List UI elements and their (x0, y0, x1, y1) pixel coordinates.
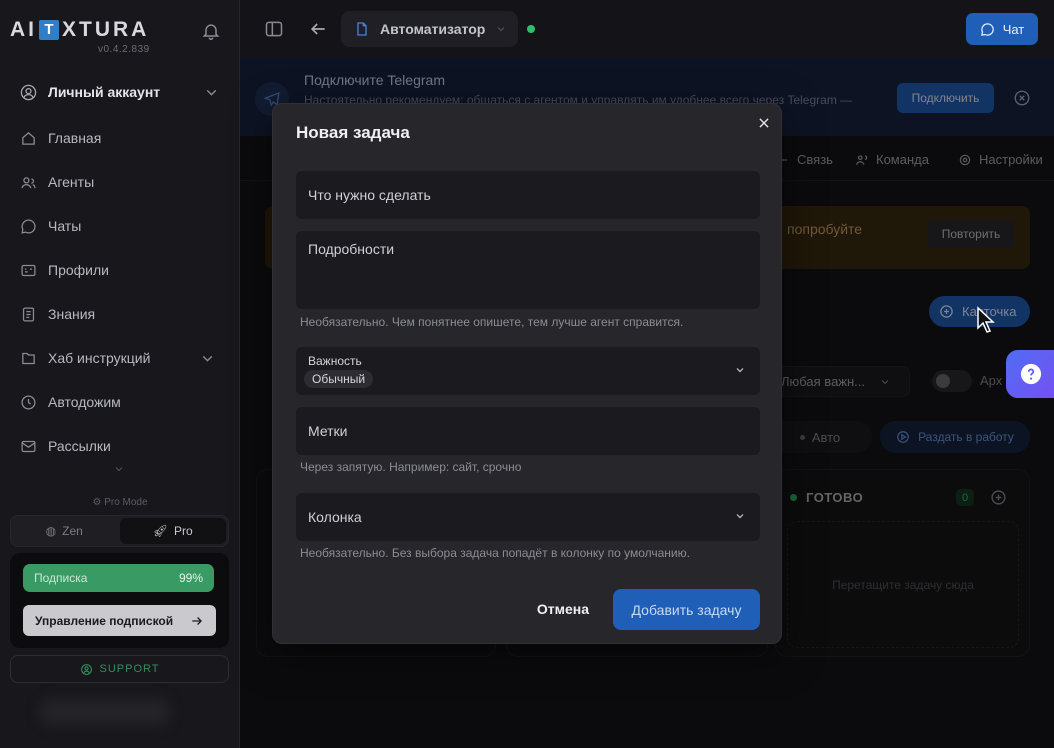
chevron-down-icon[interactable] (113, 463, 125, 475)
account-label: Личный аккаунт (48, 84, 161, 100)
agents-icon (21, 176, 36, 188)
task-title-placeholder: Что нужно сделать (308, 187, 431, 203)
sidebar-item-label: Автодожим (48, 394, 121, 410)
sidebar-item-label: Профили (48, 262, 109, 278)
back-arrow-icon[interactable] (308, 19, 328, 39)
tags-placeholder: Метки (308, 423, 348, 439)
help-button[interactable] (1006, 350, 1054, 398)
chevron-down-icon (206, 89, 217, 96)
version-label: v0.4.2.839 (98, 44, 150, 55)
agent-name: Автоматизатор (380, 21, 486, 37)
priority-select[interactable]: Важность Обычный (296, 347, 760, 395)
close-icon[interactable] (757, 116, 771, 130)
task-title-input[interactable]: Что нужно сделать (296, 171, 760, 219)
logo-left: AI (10, 18, 37, 41)
priority-value: Обычный (304, 370, 374, 388)
bell-icon[interactable] (201, 21, 221, 41)
tags-hint: Через запятую. Например: сайт, срочно (300, 460, 522, 474)
column-select-label: Колонка (308, 509, 362, 525)
subscription-percent: 99% (178, 571, 203, 585)
logo[interactable]: AI T XTURA (10, 18, 149, 42)
zen-icon: ◍ (45, 524, 57, 538)
hub-icon (22, 352, 35, 364)
question-circle-icon (1020, 363, 1042, 385)
tags-input[interactable]: Метки (296, 407, 760, 455)
chat-button[interactable]: Чат (966, 13, 1038, 45)
agent-selector[interactable]: Автоматизатор (341, 11, 518, 47)
mode-pro[interactable]: 🚀︎ Pro (119, 518, 226, 544)
details-hint: Необязательно. Чем понятнее опишете, тем… (300, 315, 684, 329)
sidebar-item-label: Рассылки (48, 438, 111, 454)
sidebar-item-label: Знания (48, 306, 96, 322)
chat-icon (21, 218, 36, 234)
sidebar-item-agents[interactable]: Агенты (20, 170, 220, 194)
sidebar-item-label: Хаб инструкций (48, 350, 151, 366)
mail-icon (21, 440, 36, 452)
mode-switch: ◍ Zen 🚀︎ Pro (10, 515, 229, 547)
cancel-button[interactable]: Отмена (529, 594, 597, 624)
sidebar-item-home[interactable]: Главная (20, 126, 220, 150)
chat-bubble-icon (980, 22, 994, 36)
sidebar-toggle-icon[interactable] (264, 19, 284, 39)
home-icon (22, 131, 35, 145)
chevron-down-icon (202, 355, 213, 362)
clock-icon (21, 394, 36, 410)
account-menu[interactable]: Личный аккаунт (20, 80, 220, 104)
support-button[interactable]: SUPPORT (10, 655, 229, 683)
pro-mode-label: Pro Mode (104, 497, 148, 508)
manage-subscription-button[interactable]: Управление подпиской (23, 605, 216, 636)
sidebar-item-chats[interactable]: Чаты (20, 214, 220, 238)
profile-card-icon (21, 264, 36, 276)
subscription-card: Подписка 99% Управление подпиской (10, 553, 229, 648)
sidebar-item-label: Агенты (48, 174, 95, 190)
sidebar-item-mailings[interactable]: Рассылки (20, 434, 220, 458)
column-hint: Необязательно. Без выбора задача попадёт… (300, 546, 690, 560)
mode-zen[interactable]: ◍ Zen (11, 516, 118, 546)
sidebar-item-label: Главная (48, 130, 102, 146)
mode-zen-label: Zen (62, 524, 83, 538)
document-icon (357, 22, 367, 36)
mode-pro-label: Pro (174, 524, 193, 538)
sidebar-item-label: Чаты (48, 218, 82, 234)
support-label: SUPPORT (99, 663, 160, 675)
rocket-icon: 🚀︎ (152, 524, 169, 538)
user-circle-icon (20, 84, 37, 100)
manage-subscription-label: Управление подпиской (35, 613, 174, 628)
sidebar-item-knowledge[interactable]: Знания (20, 302, 220, 326)
sidebar-item-profiles[interactable]: Профили (20, 258, 220, 282)
new-task-dialog: Новая задача Что нужно сделать Подробнос… (272, 103, 782, 644)
priority-label: Важность (308, 354, 362, 368)
sidebar-item-instruction-hub[interactable]: Хаб инструкций (20, 346, 220, 370)
online-status-dot (527, 25, 535, 33)
chevron-down-icon (736, 514, 744, 519)
task-details-textarea[interactable]: Подробности (296, 231, 760, 309)
subscription-label: Подписка (34, 571, 88, 585)
mouse-cursor-icon (977, 306, 995, 333)
dialog-title: Новая задача (296, 123, 410, 142)
chevron-down-icon (736, 368, 744, 373)
user-profile-blurred[interactable] (40, 698, 170, 726)
add-task-button[interactable]: Добавить задачу (613, 589, 760, 630)
logo-mark: T (39, 20, 59, 40)
support-icon (80, 663, 92, 675)
arrow-right-icon (192, 616, 202, 625)
column-select[interactable]: Колонка (296, 493, 760, 541)
chevron-down-icon (497, 27, 505, 32)
task-details-placeholder: Подробности (308, 241, 395, 257)
book-icon (22, 306, 35, 322)
sidebar: AI T XTURA v0.4.2.839 Личный аккаунт Главн… (0, 0, 240, 748)
chat-button-label: Чат (1002, 21, 1025, 37)
app-root: AI T XTURA v0.4.2.839 Личный аккаунт Главн… (0, 0, 1054, 748)
pro-mode-caption: ⚙ Pro Mode (92, 497, 148, 508)
sidebar-item-autofollowup[interactable]: Автодожим (20, 390, 220, 414)
logo-right: XTURA (62, 18, 150, 41)
subscription-bar: Подписка 99% (23, 564, 214, 592)
